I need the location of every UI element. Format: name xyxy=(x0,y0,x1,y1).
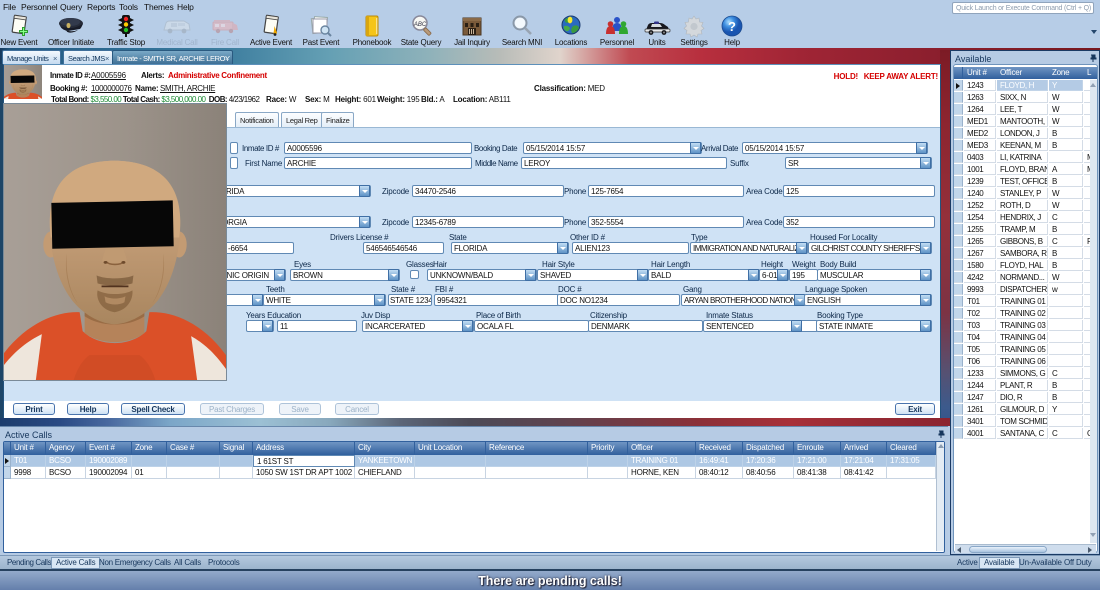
svg-text:?: ? xyxy=(728,19,736,34)
svg-text:ABC: ABC xyxy=(413,22,427,28)
